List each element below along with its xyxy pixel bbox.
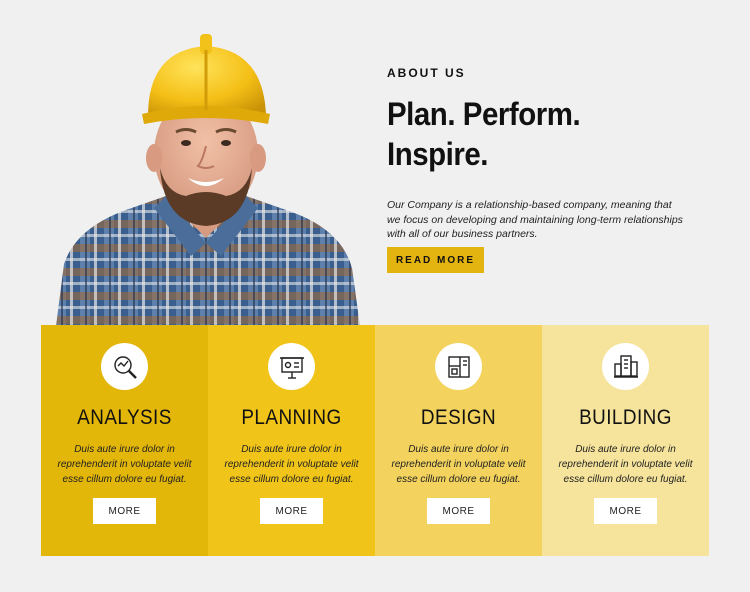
card-text: Duis aute irure dolor in reprehenderit i… <box>558 444 693 485</box>
services-cards: ANALYSIS Duis aute irure dolor in repreh… <box>41 325 709 556</box>
headline-line-1: Plan. Perform. <box>387 96 581 132</box>
more-button-design[interactable]: MORE <box>427 498 490 524</box>
headline-line-2: Inspire. <box>387 136 489 172</box>
card-text: Duis aute irure dolor in reprehenderit i… <box>391 444 526 485</box>
buildings-icon <box>602 343 649 390</box>
more-button-planning[interactable]: MORE <box>260 498 323 524</box>
card-title: BUILDING <box>579 406 672 429</box>
blueprint-icon <box>435 343 482 390</box>
card-design: DESIGN Duis aute irure dolor in reprehen… <box>375 325 542 556</box>
card-text: Duis aute irure dolor in reprehenderit i… <box>224 444 359 485</box>
card-analysis: ANALYSIS Duis aute irure dolor in repreh… <box>41 325 208 556</box>
read-more-button[interactable]: READ MORE <box>387 247 484 273</box>
worker-photo <box>56 28 360 326</box>
about-section: ABOUT US Plan. Perform. Inspire. Our Com… <box>387 66 717 242</box>
card-text: Duis aute irure dolor in reprehenderit i… <box>57 444 192 485</box>
worker-illustration <box>56 34 360 326</box>
card-title: DESIGN <box>420 406 497 429</box>
card-building: BUILDING Duis aute irure dolor in repreh… <box>542 325 709 556</box>
card-title: ANALYSIS <box>77 406 172 429</box>
more-button-analysis[interactable]: MORE <box>93 498 156 524</box>
more-button-building[interactable]: MORE <box>594 498 657 524</box>
magnifier-chart-icon <box>101 343 148 390</box>
presentation-board-icon <box>268 343 315 390</box>
about-description: Our Company is a relationship-based comp… <box>387 199 683 240</box>
card-title: PLANNING <box>241 406 342 429</box>
card-planning: PLANNING Duis aute irure dolor in repreh… <box>208 325 375 556</box>
section-eyebrow: ABOUT US <box>387 66 466 80</box>
